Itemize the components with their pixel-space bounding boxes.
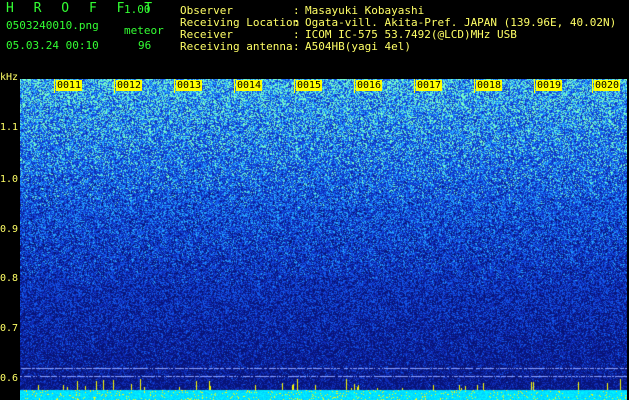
y-tick-label: 0.8 (0, 273, 19, 284)
time-tick-label: 0019 (536, 80, 563, 91)
time-marker-line (474, 79, 475, 93)
time-marker-line (234, 79, 235, 93)
y-axis-unit: kHz (0, 72, 19, 83)
y-tick-label: 0.9 (0, 224, 19, 235)
time-marker-line (354, 79, 355, 93)
time-marker-line (592, 79, 593, 93)
info-label-antenna: Receiving antenna (180, 40, 293, 53)
time-tick-label: 0011 (56, 80, 83, 91)
header-panel: H R O F F T 1.00 0503240010.png meteor 0… (0, 0, 629, 78)
time-marker-line (114, 79, 115, 93)
meteor-count: 96 (138, 39, 152, 52)
time-tick-label: 0020 (594, 80, 621, 91)
time-marker-line (174, 79, 175, 93)
time-tick-label: 0015 (296, 80, 323, 91)
app-version: 1.00 (124, 3, 151, 16)
y-tick-label: 1.1 (0, 122, 19, 133)
y-tick-label: 0.6 (0, 373, 19, 384)
y-tick-label: 0.7 (0, 323, 19, 334)
time-tick-label: 0016 (356, 80, 383, 91)
mode-label: meteor (124, 24, 164, 37)
y-tick-label: 1.0 (0, 174, 19, 185)
time-tick-label: 0013 (176, 80, 203, 91)
time-marker-line (54, 79, 55, 93)
date-time: 05.03.24 00:10 (6, 39, 99, 52)
time-marker-line (414, 79, 415, 93)
info-colon: : (293, 40, 300, 53)
time-tick-label: 0018 (476, 80, 503, 91)
time-marker-line (294, 79, 295, 93)
time-tick-label: 0017 (416, 80, 443, 91)
time-tick-label: 0012 (116, 80, 143, 91)
info-value-antenna: A504HB(yagi 4el) (305, 40, 411, 53)
time-tick-label: 0014 (236, 80, 263, 91)
spectrogram (20, 79, 627, 400)
file-name: 0503240010.png (6, 19, 99, 32)
time-marker-line (534, 79, 535, 93)
